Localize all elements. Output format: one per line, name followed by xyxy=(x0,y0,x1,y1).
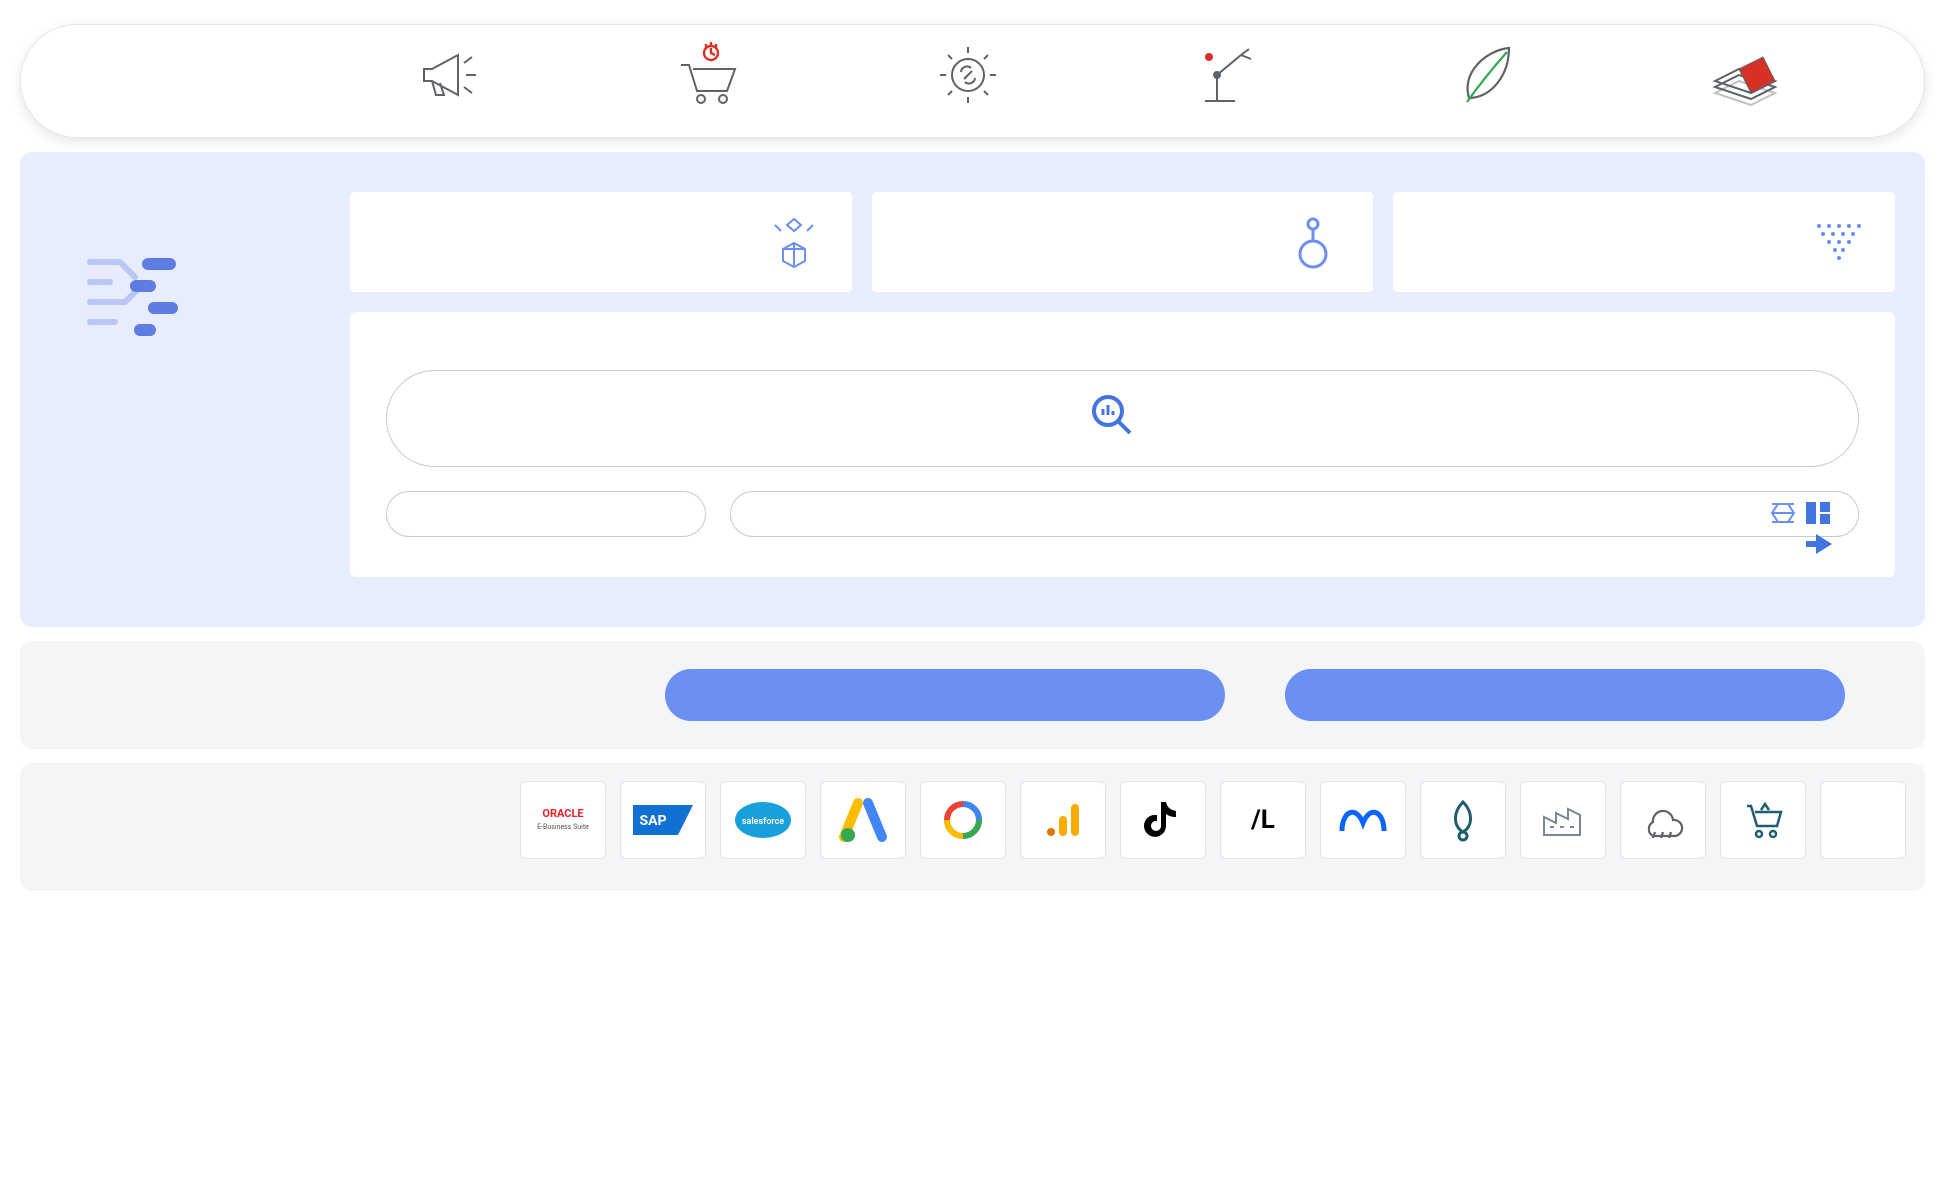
source-salesforce: salesforce xyxy=(720,781,806,867)
cortex-framework-row xyxy=(20,152,1925,627)
google-tooling-button[interactable] xyxy=(665,669,1225,721)
magnifier-chart-icon xyxy=(1090,393,1134,444)
source-ads xyxy=(820,781,906,867)
ga4-icon xyxy=(1020,781,1106,859)
source-ga4 xyxy=(1020,781,1106,867)
money-stack-icon xyxy=(1713,43,1777,107)
gear-link-icon xyxy=(936,43,1000,107)
cortex-foundation xyxy=(350,312,1895,577)
svg-text:salesforce: salesforce xyxy=(742,817,784,827)
pill-pipelines xyxy=(730,491,1859,537)
data-sources-row: ORACLEE-Business Suite SAP salesforce xyxy=(20,763,1925,891)
source-sustainability-src xyxy=(1420,781,1506,867)
innovation-item-finance xyxy=(1713,43,1777,119)
partners-icon xyxy=(1720,781,1806,859)
looker-icon xyxy=(1285,212,1345,272)
cart-icon xyxy=(677,43,741,107)
data-sources-grid: ORACLEE-Business Suite SAP salesforce xyxy=(520,781,1906,867)
tooling-buttons xyxy=(520,669,1885,721)
innovation-item-sales xyxy=(677,43,741,119)
oracle-icon: ORACLEE-Business Suite xyxy=(520,781,606,859)
cortex-cards xyxy=(350,192,1895,292)
source-tiktok xyxy=(1120,781,1206,867)
source-cm360 xyxy=(920,781,1006,867)
source-meta xyxy=(1320,781,1406,867)
innovation-item-supply-chain xyxy=(936,43,1000,119)
innovation-item-manufacturing xyxy=(1195,43,1259,119)
vertex-ai-icon xyxy=(1807,212,1867,272)
source-liveramp: /L xyxy=(1220,781,1306,867)
google-ads-icon xyxy=(820,781,906,859)
card-vertex-ai xyxy=(1393,192,1895,292)
robot-arm-icon xyxy=(1195,43,1259,107)
pipeline-mini-icons xyxy=(1754,500,1834,556)
partner-tooling-button[interactable] xyxy=(1285,669,1845,721)
source-oracle: ORACLEE-Business Suite xyxy=(520,781,606,867)
meta-icon xyxy=(1320,781,1406,859)
weather-icon xyxy=(1620,781,1706,859)
source-partners xyxy=(1720,781,1806,867)
source-factory xyxy=(1520,781,1606,867)
megaphone-icon xyxy=(418,43,482,107)
innovation-items xyxy=(321,43,1874,119)
data-management-row xyxy=(20,641,1925,749)
leaf-icon xyxy=(1454,43,1518,107)
data-innovation-row xyxy=(20,24,1925,138)
factory-icon xyxy=(1520,781,1606,859)
card-looker xyxy=(872,192,1374,292)
card-application-layer xyxy=(350,192,852,292)
source-etc xyxy=(1820,781,1906,867)
sap-icon: SAP xyxy=(620,781,706,859)
pill-data-engine xyxy=(386,491,706,537)
cm360-icon xyxy=(920,781,1006,859)
cortex-chip-icon xyxy=(70,232,190,352)
salesforce-icon: salesforce xyxy=(720,781,806,859)
liveramp-icon: /L xyxy=(1220,781,1306,859)
source-public xyxy=(1620,781,1706,867)
source-sap: SAP xyxy=(620,781,706,867)
pill-bigquery-models xyxy=(386,370,1859,467)
etc-icon xyxy=(1820,781,1906,859)
svg-text:SAP: SAP xyxy=(639,813,666,829)
innovation-item-marketing xyxy=(418,43,482,119)
innovation-item-sustainability xyxy=(1454,43,1518,119)
sustainability-source-icon xyxy=(1420,781,1506,859)
cortex-left xyxy=(50,192,350,577)
app-layer-icon xyxy=(764,212,824,272)
tiktok-icon xyxy=(1120,781,1206,859)
